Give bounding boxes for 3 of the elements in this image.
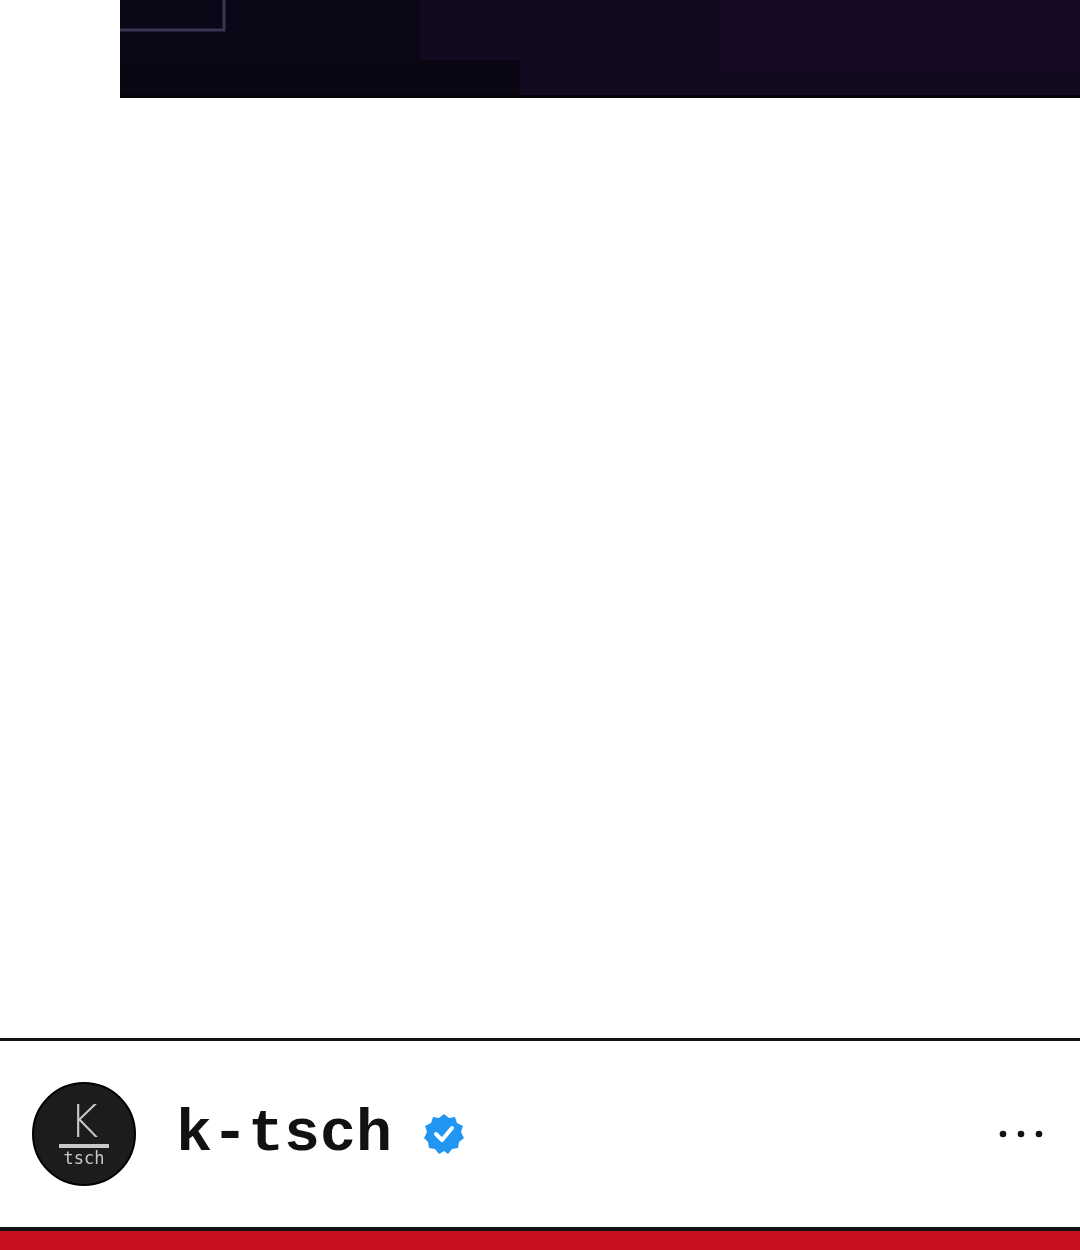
more-options-icon[interactable] <box>998 1129 1044 1139</box>
username[interactable]: k-tsch <box>176 1100 393 1168</box>
avatar-logo[interactable]: K tsch <box>32 1082 136 1186</box>
